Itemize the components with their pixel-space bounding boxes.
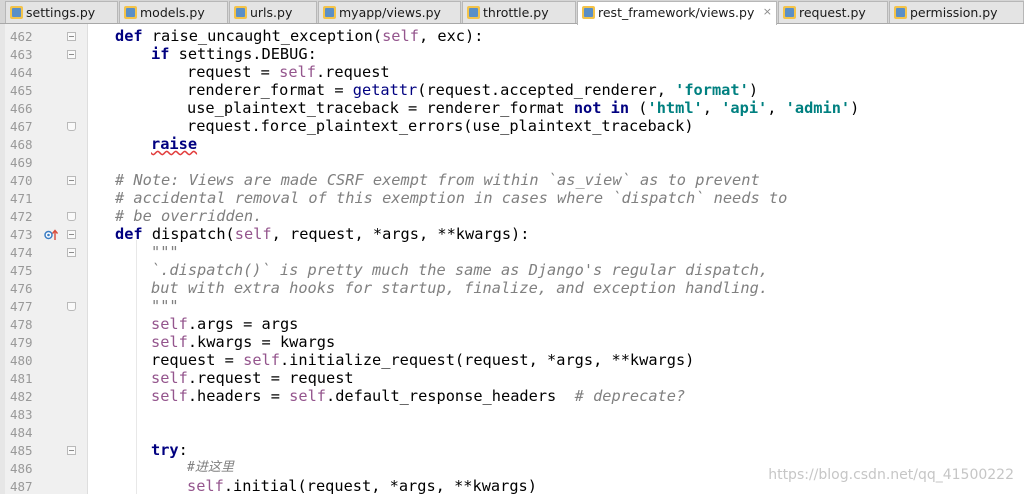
line-number: 479 [10, 335, 33, 350]
line-number: 467 [10, 119, 33, 134]
code-line: request = self.request [187, 63, 390, 81]
tab-settings-py[interactable]: settings.py [5, 1, 118, 23]
indent-guide [136, 240, 137, 494]
override-method-icon[interactable] [44, 229, 58, 241]
tab-label: settings.py [26, 5, 96, 20]
line-number: 478 [10, 317, 33, 332]
tab-urls-py[interactable]: urls.py [229, 1, 317, 23]
code-line: def dispatch(self, request, *args, **kwa… [115, 225, 530, 243]
watermark: https://blog.csdn.net/qq_41500222 [768, 467, 1014, 483]
code-line: if settings.DEBUG: [151, 45, 317, 63]
line-number: 463 [10, 47, 33, 62]
line-number: 465 [10, 83, 33, 98]
fold-collapse-icon[interactable] [67, 176, 76, 185]
line-number: 462 [10, 29, 33, 44]
tab-permission-py[interactable]: permission.py [889, 1, 1024, 23]
line-number: 466 [10, 101, 33, 116]
code-line: try: [151, 441, 188, 459]
python-file-icon [124, 6, 137, 19]
tab-request-py[interactable]: request.py [778, 1, 888, 23]
line-number: 484 [10, 425, 33, 440]
line-number: 468 [10, 137, 33, 152]
code-line: use_plaintext_traceback = renderer_forma… [187, 99, 860, 117]
python-file-icon [582, 6, 595, 19]
fold-collapse-icon[interactable] [67, 32, 76, 41]
docstring-line: """ [151, 297, 179, 315]
docstring-line: but with extra hooks for startup, finali… [151, 279, 769, 297]
line-number: 474 [10, 245, 33, 260]
line-number: 481 [10, 371, 33, 386]
code-line: def raise_uncaught_exception(self, exc): [115, 27, 484, 45]
close-icon[interactable]: × [763, 5, 772, 18]
code-line: renderer_format = getattr(request.accept… [187, 81, 759, 99]
line-number: 471 [10, 191, 33, 206]
code-line: self.request = request [151, 369, 354, 387]
fold-collapse-icon[interactable] [67, 446, 76, 455]
tab-label: models.py [140, 5, 205, 20]
line-number: 487 [10, 479, 33, 494]
tab-label: urls.py [250, 5, 293, 20]
fold-end-icon[interactable] [67, 122, 76, 131]
code-line: self.kwargs = kwargs [151, 333, 336, 351]
line-number: 485 [10, 443, 33, 458]
line-number: 482 [10, 389, 33, 404]
line-number: 469 [10, 155, 33, 170]
fold-collapse-icon[interactable] [67, 230, 76, 239]
line-number: 473 [10, 227, 33, 242]
tab-label: rest_framework/views.py [598, 5, 755, 20]
tab-models-py[interactable]: models.py [119, 1, 228, 23]
code-line: self.initial(request, *args, **kwargs) [187, 477, 537, 495]
code-line: raise [151, 135, 198, 153]
code-line: request.force_plaintext_errors(use_plain… [187, 117, 694, 135]
python-file-icon [234, 6, 247, 19]
fold-collapse-icon[interactable] [67, 50, 76, 59]
comment-line: # accidental removal of this exemption i… [115, 189, 788, 207]
tab-label: permission.py [910, 5, 998, 20]
comment-line: # be overridden. [115, 207, 263, 225]
comment-line: # Note: Views are made CSRF exempt from … [115, 171, 760, 189]
docstring-line: `.dispatch()` is pretty much the same as… [151, 261, 769, 279]
python-file-icon [783, 6, 796, 19]
tab-throttle-py[interactable]: throttle.py [462, 1, 576, 23]
fold-end-icon[interactable] [67, 302, 76, 311]
python-file-icon [894, 6, 907, 19]
tab-rest-framework-views-py[interactable]: rest_framework/views.py × [577, 1, 777, 25]
python-file-icon [323, 6, 336, 19]
line-number: 470 [10, 173, 33, 188]
fold-end-icon[interactable] [67, 212, 76, 221]
python-file-icon [467, 6, 480, 19]
tab-myapp-views-py[interactable]: myapp/views.py [318, 1, 461, 23]
line-number: 472 [10, 209, 33, 224]
line-number: 464 [10, 65, 33, 80]
line-number: 483 [10, 407, 33, 422]
python-file-icon [10, 6, 23, 19]
comment-line: #进这里 [187, 460, 234, 475]
editor-tab-bar: settings.py models.py urls.py myapp/view… [0, 0, 1024, 25]
code-line: self.headers = self.default_response_hea… [151, 387, 686, 405]
line-number: 486 [10, 461, 33, 476]
line-number: 476 [10, 281, 33, 296]
tab-label: throttle.py [483, 5, 549, 20]
code-line: request = self.initialize_request(reques… [151, 351, 695, 369]
line-number: 477 [10, 299, 33, 314]
docstring-line: """ [151, 243, 179, 261]
line-number: 475 [10, 263, 33, 278]
tab-label: request.py [799, 5, 866, 20]
fold-collapse-icon[interactable] [67, 248, 76, 257]
line-number: 480 [10, 353, 33, 368]
tab-label: myapp/views.py [339, 5, 441, 20]
gutter-edge [0, 24, 5, 494]
code-line: self.args = args [151, 315, 299, 333]
